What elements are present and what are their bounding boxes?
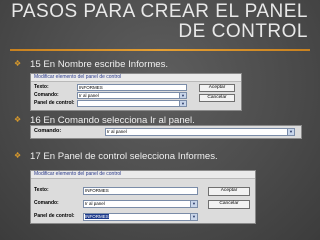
cancel-button[interactable]: Cancelar (199, 94, 235, 102)
chevron-down-icon[interactable]: ▼ (179, 101, 186, 106)
title-divider (10, 49, 310, 51)
bullet-icon: ❖ (14, 59, 22, 68)
bullet-text: 15 En Nombre escribe Informes. (30, 59, 169, 70)
dialog-title: Modificar elemento del panel de control (31, 74, 241, 82)
dialog-step-15: Modificar elemento del panel de control … (30, 73, 242, 111)
dialog-step-16: Comando: Ir al panel ▼ (30, 125, 302, 139)
label-texto: Texto: (34, 84, 49, 90)
bullet-icon: ❖ (14, 115, 22, 124)
label-comando: Comando: (34, 200, 59, 206)
panel-select[interactable]: ▼ (77, 100, 187, 107)
cancel-button[interactable]: Cancelar (208, 200, 250, 209)
dialog-step-17: Modificar elemento del panel de control … (30, 170, 256, 224)
comando-select[interactable]: Ir al panel ▼ (77, 92, 187, 99)
accept-button[interactable]: Aceptar (208, 187, 250, 196)
accept-button[interactable]: Aceptar (199, 84, 235, 92)
comando-value: Ir al panel (107, 129, 127, 134)
label-comando: Comando: (34, 128, 62, 134)
bullet-step-17: ❖ 17 En Panel de control selecciona Infor… (14, 150, 218, 163)
bullet-step-15: ❖ 15 En Nombre escribe Informes. (14, 58, 168, 71)
comando-value: Ir al panel (85, 201, 105, 206)
label-comando: Comando: (34, 92, 59, 98)
panel-value: INFORMES (85, 214, 109, 219)
panel-select[interactable]: INFORMES ▼ (83, 213, 198, 221)
chevron-down-icon[interactable]: ▼ (190, 214, 197, 220)
texto-field[interactable]: INFORMES (83, 187, 198, 195)
dialog-title: Modificar elemento del panel de control (31, 171, 255, 179)
slide-title: PASOS PARA CREAR EL PANEL DE CONTROL (0, 2, 308, 42)
comando-select[interactable]: Ir al panel ▼ (83, 200, 198, 208)
label-panel: Panel de control: (34, 213, 75, 219)
comando-value: Ir al panel (79, 93, 99, 98)
chevron-down-icon[interactable]: ▼ (179, 93, 186, 98)
comando-select[interactable]: Ir al panel ▼ (105, 128, 295, 136)
chevron-down-icon[interactable]: ▼ (190, 201, 197, 207)
slide-title-line-2: DE CONTROL (178, 21, 308, 42)
label-panel: Panel de control: (34, 100, 75, 106)
chevron-down-icon[interactable]: ▼ (287, 129, 294, 135)
slide-title-line-1: PASOS PARA CREAR EL PANEL (11, 1, 308, 22)
bullet-icon: ❖ (14, 151, 22, 160)
label-texto: Texto: (34, 187, 49, 193)
texto-field[interactable]: INFORMES (77, 84, 187, 91)
bullet-text: 17 En Panel de control selecciona Inform… (30, 151, 218, 162)
